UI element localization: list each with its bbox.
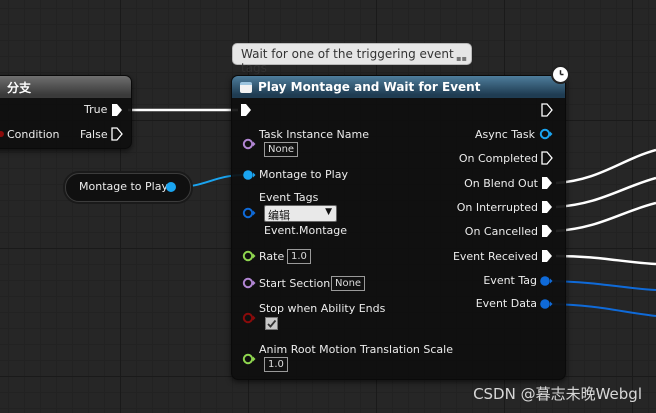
start-section-pin[interactable]: [242, 277, 256, 289]
on-completed-label: On Completed: [458, 152, 538, 165]
event-received-exec-pin[interactable]: [541, 249, 553, 263]
function-icon: [240, 81, 252, 93]
on-blend-out-exec-pin[interactable]: [541, 176, 553, 190]
montage-to-play-pin[interactable]: [242, 169, 256, 181]
task-instance-name-field[interactable]: None: [264, 142, 299, 157]
stop-when-ability-ends-pin[interactable]: [242, 312, 256, 324]
anim-root-motion-label: Anim Root Motion Translation Scale: [259, 343, 453, 356]
montage-variable-pin[interactable]: [165, 181, 177, 193]
exec-wire-cancelled: [555, 201, 656, 233]
stop-when-ability-ends-checkbox[interactable]: [265, 317, 278, 330]
on-interrupted-exec-pin[interactable]: [541, 200, 553, 214]
latent-clock-icon: [551, 65, 570, 84]
chevron-down-icon: ▼: [325, 207, 332, 217]
branch-node-header: 分支: [0, 76, 131, 98]
montage-variable-label: Montage to Play: [79, 180, 168, 193]
event-tags-edit-dropdown[interactable]: 编辑 ▼: [264, 205, 337, 222]
exec-in-pin[interactable]: [240, 103, 252, 117]
montage-to-play-label: Montage to Play: [259, 168, 348, 181]
on-interrupted-label: On Interrupted: [456, 201, 538, 214]
stop-when-ability-ends-label: Stop when Ability Ends: [259, 302, 386, 315]
branch-true-label: True: [84, 103, 108, 116]
event-tag-label: Event Tag: [483, 274, 537, 287]
event-tags-pin[interactable]: [242, 207, 256, 219]
on-cancelled-exec-pin[interactable]: [541, 224, 553, 238]
on-blend-out-label: On Blend Out: [464, 177, 538, 190]
branch-false-exec-pin[interactable]: [111, 127, 123, 141]
play-montage-node-header: Play Montage and Wait for Event: [232, 76, 565, 98]
anim-root-motion-pin[interactable]: [242, 353, 256, 365]
rate-pin[interactable]: [242, 250, 256, 262]
exec-wire-event-received: [555, 254, 656, 266]
play-montage-node-title: Play Montage and Wait for Event: [258, 80, 481, 94]
exec-wire-blend-out: [555, 148, 656, 185]
event-tags-value: Event.Montage: [264, 224, 348, 237]
rate-label: Rate: [259, 250, 285, 263]
task-instance-name-pin[interactable]: [242, 138, 256, 150]
event-data-pin[interactable]: [539, 298, 553, 310]
event-received-label: Event Received: [452, 250, 538, 263]
branch-true-exec-pin[interactable]: [111, 103, 123, 117]
watermark-text: CSDN @暮志未晚Webgl: [473, 385, 642, 403]
branch-condition-pin[interactable]: [0, 130, 5, 138]
task-instance-name-label: Task Instance Name: [259, 128, 369, 141]
async-task-label: Async Task: [474, 128, 535, 141]
tooltip-resize-icon: ▪▪: [456, 54, 467, 63]
checkmark-icon: [267, 319, 277, 328]
exec-out-pin[interactable]: [541, 103, 553, 117]
on-completed-exec-pin[interactable]: [541, 151, 553, 165]
event-tags-label: Event Tags: [259, 191, 319, 204]
rate-field[interactable]: 1.0: [287, 249, 311, 264]
anim-root-motion-field[interactable]: 1.0: [264, 357, 288, 372]
branch-condition-label: Condition: [7, 128, 60, 141]
event-data-label: Event Data: [475, 297, 537, 310]
start-section-field[interactable]: None: [331, 276, 366, 291]
async-task-pin[interactable]: [539, 128, 553, 140]
start-section-label: Start Section: [259, 277, 331, 290]
node-tooltip: Wait for one of the triggering event tag…: [232, 43, 472, 75]
on-cancelled-label: On Cancelled: [464, 225, 538, 238]
branch-false-label: False: [80, 128, 108, 141]
branch-node-title: 分支: [7, 80, 32, 95]
event-tag-pin[interactable]: [539, 275, 553, 287]
event-tags-dropdown-text: 编辑: [268, 209, 290, 222]
